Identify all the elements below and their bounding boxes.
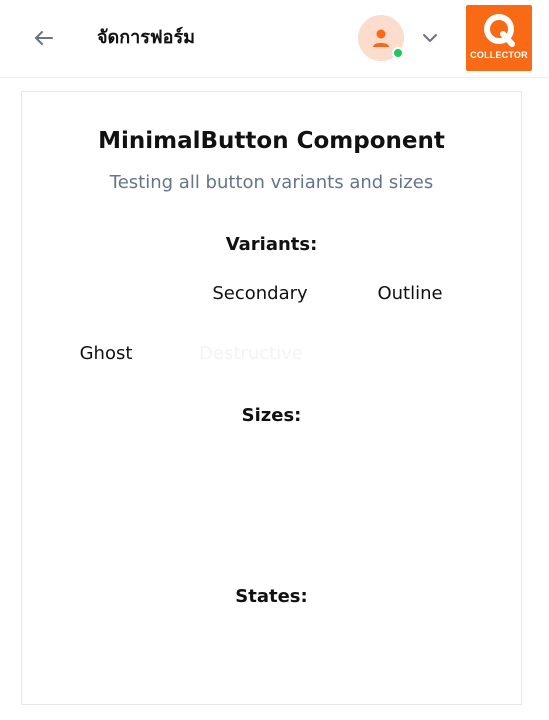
- q-collector-logo: COLLECTOR: [466, 5, 532, 71]
- secondary-button[interactable]: Secondary: [200, 274, 320, 314]
- card-subtitle: Testing all button variants and sizes: [109, 172, 434, 193]
- online-status-dot: [392, 47, 404, 59]
- card-title: MinimalButton Component: [98, 128, 445, 154]
- logo-text: COLLECTOR: [470, 50, 528, 60]
- component-demo-card: MinimalButton Component Testing all butt…: [21, 91, 522, 705]
- page-title: จัดการฟอร์ม: [97, 27, 195, 48]
- user-icon: [373, 29, 389, 47]
- account-menu-toggle[interactable]: [416, 24, 444, 52]
- states-label: States:: [235, 586, 308, 607]
- ghost-button[interactable]: Ghost: [68, 334, 144, 374]
- back-button[interactable]: [28, 22, 60, 54]
- chevron-down-icon: [423, 34, 437, 42]
- sizes-label: Sizes:: [241, 405, 302, 426]
- destructive-button[interactable]: Destructive: [188, 334, 314, 374]
- outline-button[interactable]: Outline: [360, 274, 460, 314]
- app-header: จัดการฟอร์ม COLLECTOR: [0, 0, 549, 78]
- arrow-left-icon: [35, 31, 53, 45]
- variants-label: Variants:: [225, 234, 318, 255]
- user-avatar[interactable]: [358, 15, 404, 61]
